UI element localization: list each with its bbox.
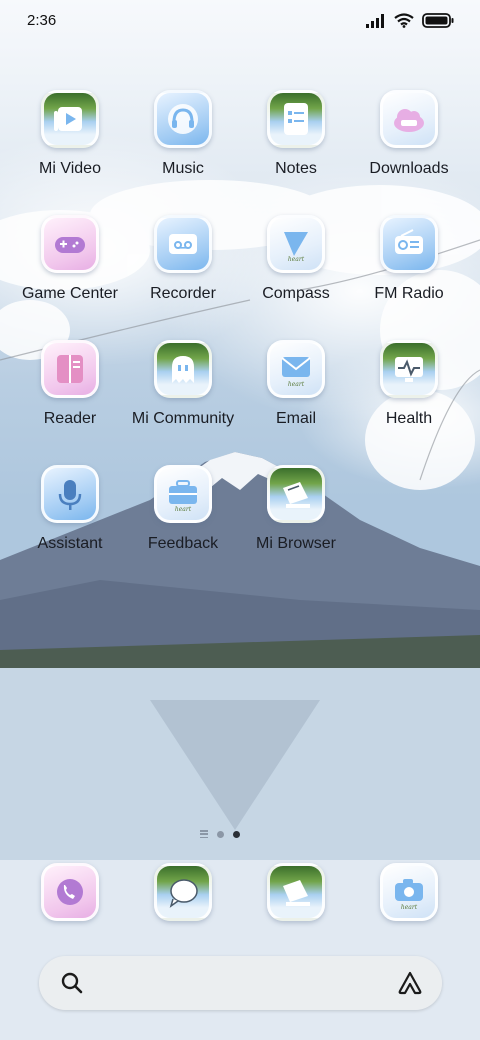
app-mi-video[interactable]: Mi Video [14, 90, 126, 210]
app-game-center[interactable]: Game Center [14, 215, 126, 335]
toolbox-icon: heart [154, 465, 212, 523]
app-reader[interactable]: Reader [14, 340, 126, 460]
camera-icon: heart [380, 863, 438, 921]
app-fm-radio[interactable]: FM Radio [353, 215, 465, 335]
mi-video-icon [41, 90, 99, 148]
notes-icon [267, 90, 325, 148]
app-label: FM Radio [374, 285, 444, 302]
app-downloads[interactable]: Downloads [353, 90, 465, 210]
battery-icon [422, 13, 454, 28]
app-compass[interactable]: heart Compass [240, 215, 352, 335]
download-cloud-icon [380, 90, 438, 148]
browser-icon [267, 863, 325, 921]
assistant-triangle-icon[interactable] [396, 969, 424, 997]
page-indicator[interactable] [200, 830, 240, 838]
icon-badge-text: heart [401, 904, 418, 911]
radio-icon [380, 215, 438, 273]
health-monitor-icon [380, 340, 438, 398]
app-label: Downloads [369, 160, 449, 177]
headphones-icon [154, 90, 212, 148]
app-mi-community[interactable]: Mi Community [127, 340, 239, 460]
search-bar[interactable] [39, 956, 442, 1010]
status-time: 2:36 [27, 12, 57, 29]
gamepad-icon [41, 215, 99, 273]
app-email[interactable]: heart Email [240, 340, 352, 460]
app-label: Health [385, 410, 433, 427]
mail-icon: heart [267, 340, 325, 398]
messaging-icon [154, 863, 212, 921]
compass-icon: heart [267, 215, 325, 273]
icon-badge-text: heart [288, 381, 305, 388]
app-assistant[interactable]: Assistant [14, 465, 126, 585]
app-music[interactable]: Music [127, 90, 239, 210]
search-icon[interactable] [59, 970, 85, 996]
app-mi-browser[interactable]: Mi Browser [240, 465, 352, 585]
page-dot [217, 830, 224, 838]
status-bar: 2:36 [0, 0, 480, 44]
microphone-icon [41, 465, 99, 523]
page-dot-active [233, 830, 240, 838]
wifi-icon [394, 13, 414, 28]
signal-icon [366, 13, 384, 28]
book-icon [41, 340, 99, 398]
app-label: Mi Browser [255, 535, 336, 552]
recorder-icon [154, 215, 212, 273]
browser-icon [267, 465, 325, 523]
app-recorder[interactable]: Recorder [127, 215, 239, 335]
phone-icon [41, 863, 99, 921]
app-health[interactable]: Health [353, 340, 465, 460]
page-indicator-list-icon [200, 830, 208, 838]
icon-badge-text: heart [175, 506, 192, 513]
ghost-icon [154, 340, 212, 398]
app-feedback[interactable]: heart Feedback [127, 465, 239, 585]
icon-badge-text: heart [288, 256, 305, 263]
app-notes[interactable]: Notes [240, 90, 352, 210]
